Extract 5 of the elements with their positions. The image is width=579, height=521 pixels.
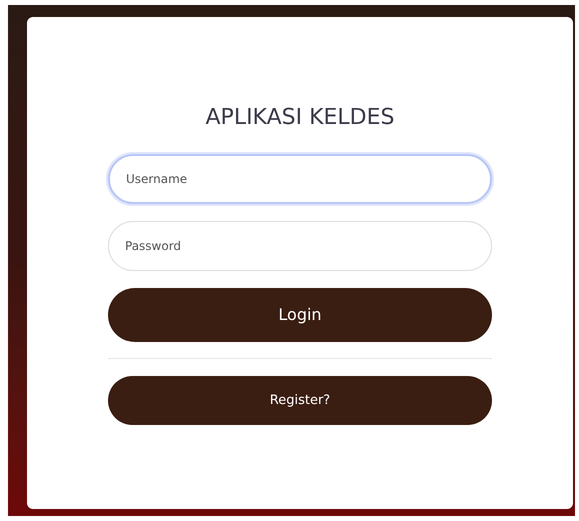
register-button[interactable]: Register? — [108, 376, 492, 425]
password-field[interactable]: Password — [108, 221, 492, 271]
username-field[interactable]: Username — [108, 154, 492, 204]
login-button[interactable]: Login — [108, 288, 492, 342]
app-title: APLIKASI KELDES — [206, 104, 394, 132]
